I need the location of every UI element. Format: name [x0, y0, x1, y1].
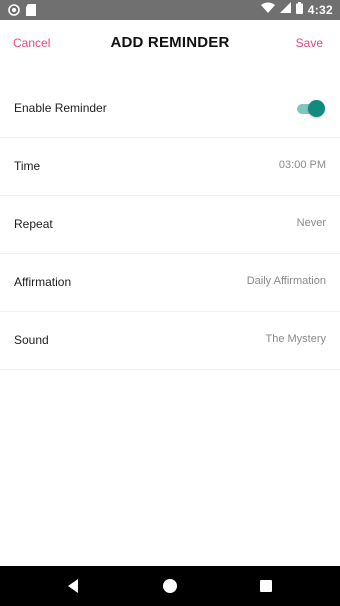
sound-label: Sound — [14, 333, 49, 347]
time-row[interactable]: Time 03:00 PM — [0, 138, 340, 196]
back-icon[interactable] — [66, 578, 80, 599]
affirmation-value: Daily Affirmation — [246, 275, 326, 287]
status-bar: 4:32 — [0, 0, 340, 20]
toggle-thumb — [308, 100, 325, 117]
signal-icon — [279, 2, 291, 17]
sound-value: The Mystery — [265, 333, 326, 345]
status-right: 4:32 — [260, 2, 333, 17]
sync-icon — [8, 3, 20, 21]
affirmation-label: Affirmation — [14, 275, 72, 289]
sound-row[interactable]: Sound The Mystery — [0, 312, 340, 370]
wifi-icon — [260, 2, 275, 17]
page-title: ADD REMINDER — [110, 34, 230, 51]
nav-bar — [0, 566, 340, 606]
battery-icon — [295, 2, 303, 17]
save-button[interactable]: Save — [296, 36, 323, 50]
home-icon[interactable] — [162, 578, 178, 599]
repeat-label: Repeat — [14, 217, 53, 231]
recents-icon[interactable] — [259, 578, 273, 599]
time-value: 03:00 PM — [278, 159, 326, 171]
settings-list: Enable Reminder Time 03:00 PM Repeat Nev… — [0, 80, 340, 370]
enable-reminder-toggle[interactable] — [297, 100, 325, 118]
repeat-row[interactable]: Repeat Never — [0, 196, 340, 254]
status-left — [8, 3, 36, 21]
header: Cancel ADD REMINDER Save — [0, 20, 340, 68]
enable-reminder-row[interactable]: Enable Reminder — [0, 80, 340, 138]
affirmation-row[interactable]: Affirmation Daily Affirmation — [0, 254, 340, 312]
status-time: 4:32 — [307, 2, 333, 17]
sd-card-icon — [26, 3, 36, 21]
time-label: Time — [14, 159, 41, 173]
repeat-value: Never — [296, 217, 326, 229]
enable-reminder-label: Enable Reminder — [14, 101, 107, 115]
